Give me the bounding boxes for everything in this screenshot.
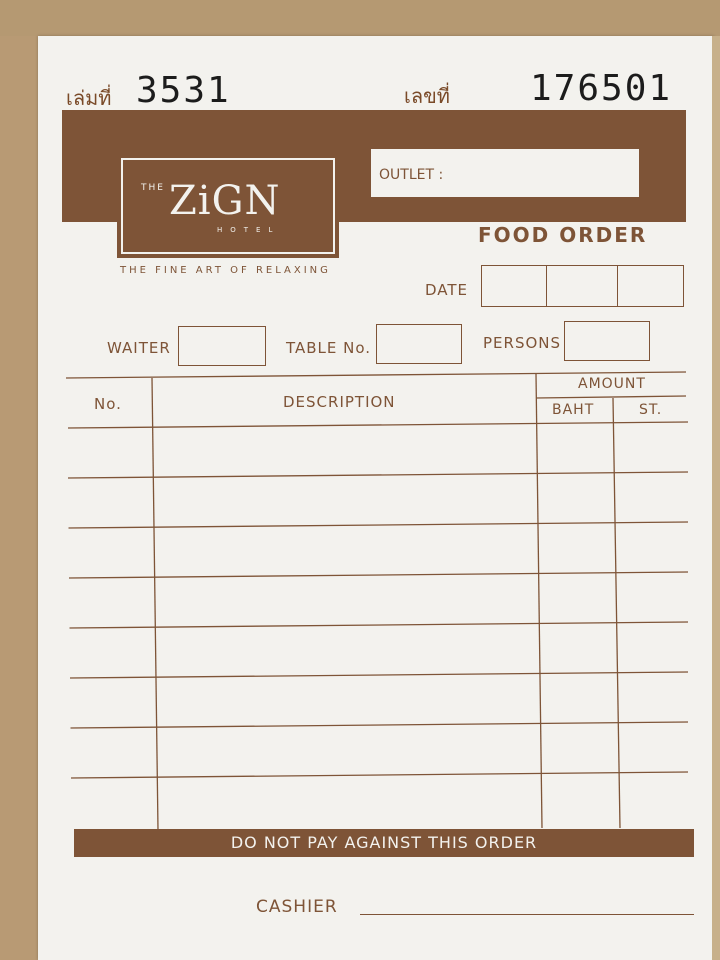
cashier-label: CASHIER [256, 897, 338, 917]
no-column-divider [151, 377, 159, 831]
col-st-header: ST. [639, 402, 663, 418]
col-description-header: DESCRIPTION [283, 393, 396, 411]
payment-notice: DO NOT PAY AGAINST THIS ORDER [74, 829, 694, 857]
cashier-signature-line[interactable] [360, 914, 694, 915]
row-rules [67, 471, 689, 779]
amount-column-divider [535, 373, 543, 829]
col-no-header: No. [94, 395, 122, 413]
table-row [70, 721, 689, 729]
header-bottom-rule [67, 421, 689, 429]
col-baht-header: BAHT [552, 402, 595, 418]
amount-split-rule [535, 395, 687, 399]
table-row [67, 471, 689, 479]
order-table-grid [65, 371, 689, 831]
table-row [70, 771, 689, 779]
table-row [68, 521, 689, 529]
table-row [68, 571, 689, 579]
baht-st-divider [612, 397, 621, 829]
col-amount-header: AMOUNT [578, 376, 646, 392]
table-row [69, 621, 689, 629]
table-row [69, 671, 689, 679]
